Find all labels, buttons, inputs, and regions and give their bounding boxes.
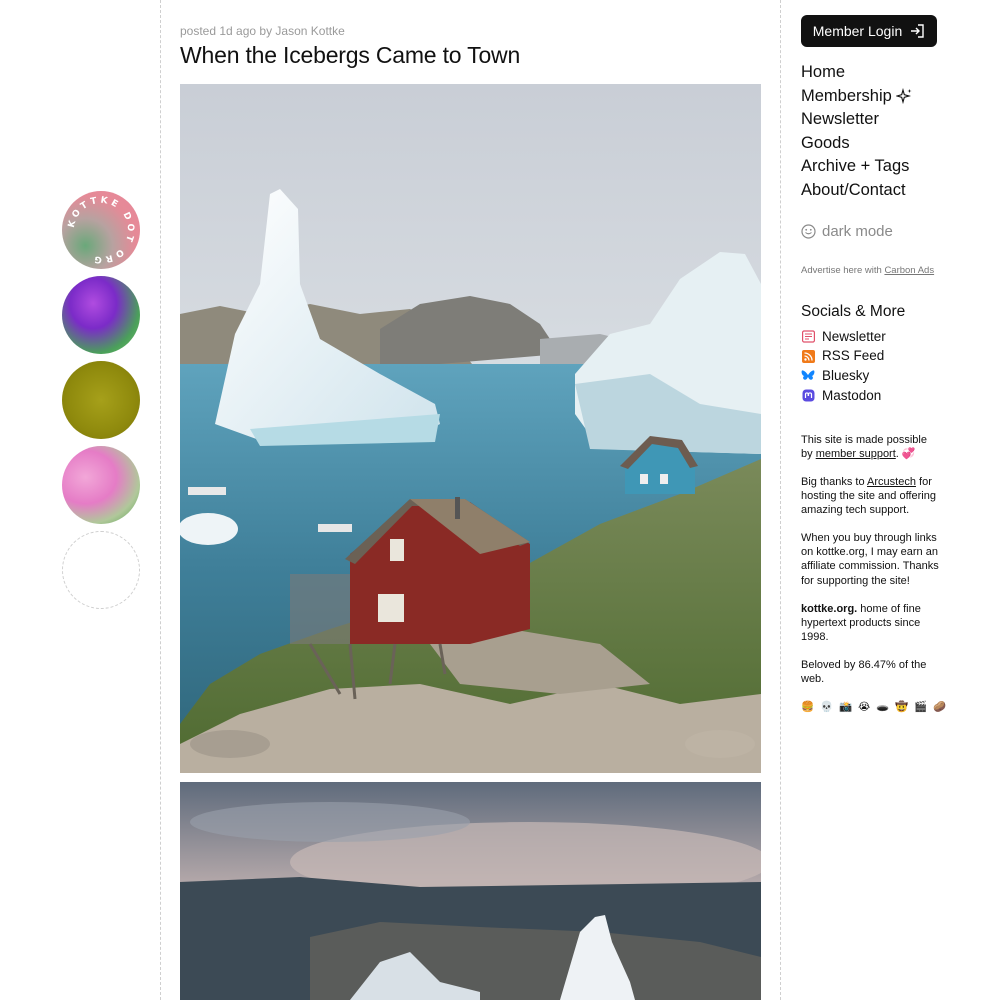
kottke-logo-badge[interactable]: KOTTKE DOT ORG <box>62 191 140 269</box>
home-bold: kottke.org. <box>801 602 858 615</box>
nav-goods[interactable]: Goods <box>801 132 981 156</box>
empty-badge-slot <box>62 531 140 609</box>
social-bluesky[interactable]: Bluesky <box>801 366 981 386</box>
socials-heading: Socials & More <box>801 302 906 320</box>
rss-icon <box>801 349 815 363</box>
dark-mode-toggle[interactable]: dark mode <box>801 223 981 240</box>
newsletter-icon <box>801 329 815 343</box>
sidebar: Member Login Home Membership Newsletter … <box>801 15 981 713</box>
sparkles-icon <box>895 87 912 104</box>
butterfly-icon <box>801 369 815 383</box>
social-newsletter[interactable]: Newsletter <box>801 327 981 347</box>
thanks-note: Big thanks to Arcustech for hosting the … <box>801 475 941 517</box>
social-mastodon-label: Mastodon <box>822 387 882 403</box>
support-post: . 💞 <box>895 447 916 460</box>
svg-text:KOTTKE DOT ORG: KOTTKE DOT ORG <box>67 196 135 265</box>
sidebar-notes: This site is made possible by member sup… <box>801 433 981 713</box>
nav-about-label: About/Contact <box>801 180 906 199</box>
social-mastodon[interactable]: Mastodon <box>801 386 981 406</box>
carbon-ads-link[interactable]: Carbon Ads <box>884 265 934 276</box>
olive-texture-badge[interactable] <box>62 361 140 439</box>
nav-archive-tags[interactable]: Archive + Tags <box>801 155 981 179</box>
pink-floral-badge[interactable] <box>62 446 140 524</box>
right-column-guide <box>780 0 781 1000</box>
nav-newsletter-label: Newsletter <box>801 110 879 129</box>
logo-ring-text: KOTTKE DOT ORG <box>67 196 135 265</box>
nav-membership-label: Membership <box>801 86 892 105</box>
social-bluesky-label: Bluesky <box>822 368 870 384</box>
social-rss[interactable]: RSS Feed <box>801 346 981 366</box>
member-support-link[interactable]: member support <box>816 448 896 460</box>
post-title[interactable]: When the Icebergs Came to Town <box>180 42 762 69</box>
beloved-note: Beloved by 86.47% of the web. <box>801 658 927 685</box>
mastodon-icon <box>801 389 815 403</box>
social-newsletter-label: Newsletter <box>822 328 886 344</box>
arcustech-link[interactable]: Arcustech <box>867 476 916 488</box>
post-meta: posted 1d ago by Jason Kottke <box>180 24 345 38</box>
advertise-prefix: Advertise here with <box>801 264 882 276</box>
purple-gradient-badge[interactable] <box>62 276 140 354</box>
member-login-label: Member Login <box>812 23 903 39</box>
dark-mode-label: dark mode <box>822 222 893 240</box>
nav-home-label: Home <box>801 63 846 81</box>
member-login-button[interactable]: Member Login <box>801 15 937 47</box>
nav-newsletter[interactable]: Newsletter <box>801 108 981 132</box>
nav-about-contact[interactable]: About/Contact <box>801 179 981 203</box>
nav-archive-label: Archive + Tags <box>801 157 910 176</box>
main-nav: Home Membership Newsletter Goods Archive… <box>801 61 981 203</box>
iceberg-photo-2[interactable] <box>180 782 761 1000</box>
nav-home[interactable]: Home <box>801 61 981 85</box>
iceberg-photo-1[interactable] <box>180 84 761 773</box>
affiliate-note: When you buy through links on kottke.org… <box>801 532 939 587</box>
article: posted 1d ago by Jason Kottke When the I… <box>180 24 762 83</box>
socials-list: Newsletter RSS Feed Bluesky Mastodon <box>801 327 981 406</box>
badge-column: KOTTKE DOT ORG <box>62 191 142 616</box>
support-note: This site is made possible by member sup… <box>801 433 941 461</box>
thanks-pre: Big thanks to <box>801 475 865 488</box>
home-note: kottke.org. home of fine hypertext produ… <box>801 602 941 644</box>
left-column-guide <box>160 0 161 1000</box>
nav-goods-label: Goods <box>801 133 850 152</box>
social-rss-label: RSS Feed <box>822 348 885 364</box>
emoji-row: 🍔 💀 📸 😭 🕳️ 🤠 🎬 🥔 <box>801 701 948 714</box>
advertise-line: Advertise here with Carbon Ads <box>801 265 981 276</box>
dark-mode-face-icon <box>801 223 816 239</box>
nav-membership[interactable]: Membership <box>801 85 981 109</box>
login-arrow-icon <box>911 24 924 38</box>
